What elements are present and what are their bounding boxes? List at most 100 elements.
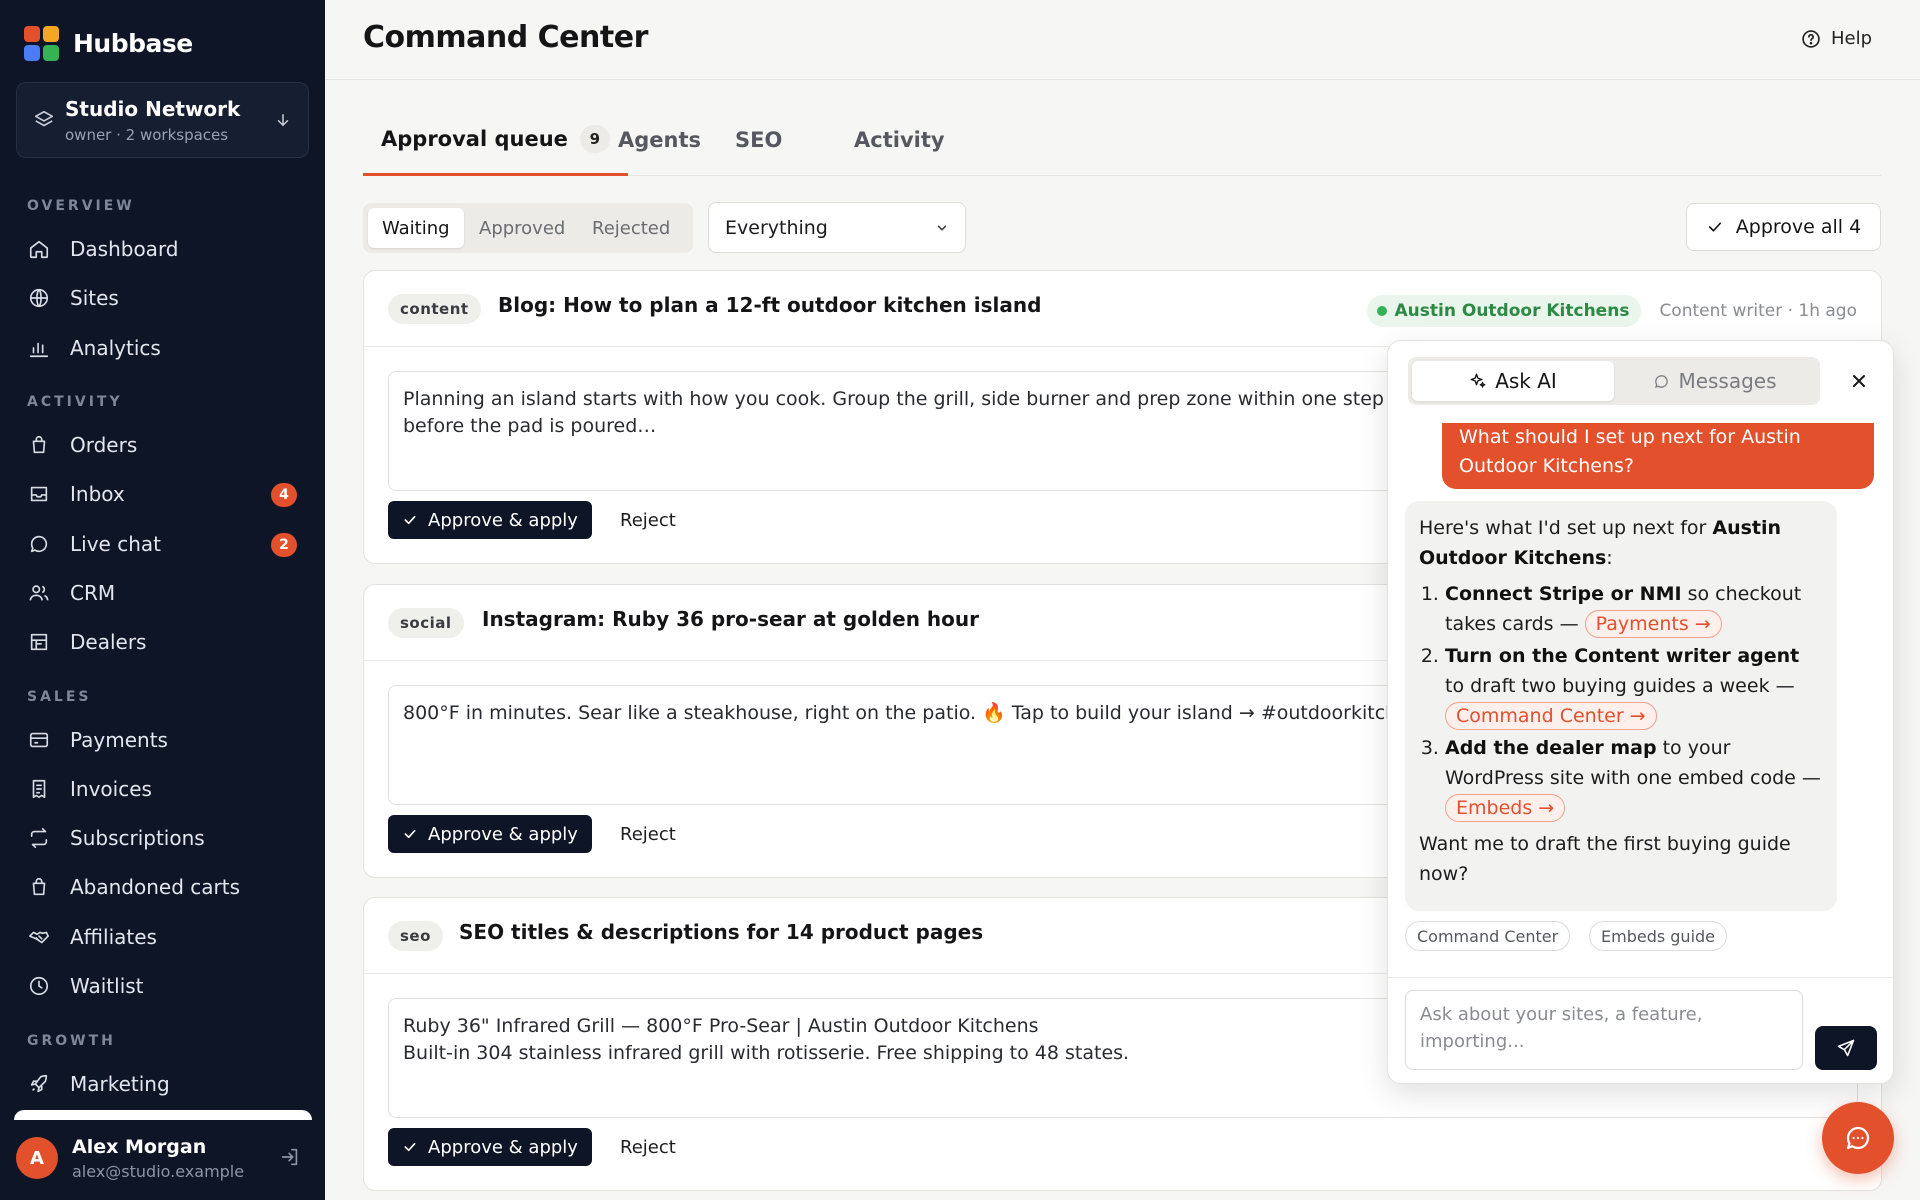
card-title: SEO titles & descriptions for 14 product… xyxy=(459,920,984,944)
sidebar-item-marketing[interactable]: Marketing xyxy=(16,1062,309,1106)
payments-link[interactable]: Payments → xyxy=(1584,610,1722,638)
reject-button[interactable]: Reject xyxy=(620,1128,676,1166)
step-text: to draft two buying guides a week — xyxy=(1445,675,1795,697)
check-icon xyxy=(404,515,416,525)
approve-all-button[interactable]: Approve all 4 xyxy=(1686,203,1881,251)
sidebar-item-label: Invoices xyxy=(70,777,152,801)
sidebar-item-label: Affiliates xyxy=(70,925,157,949)
site-badge: Austin Outdoor Kitchens xyxy=(1366,295,1642,327)
assistant-message: Here's what I'd set up next for Austin O… xyxy=(1405,501,1837,911)
help-circle-icon xyxy=(1802,29,1820,48)
suggestion-chip-embeds-guide[interactable]: Embeds guide xyxy=(1589,921,1728,951)
sidebar-item-subscriptions[interactable]: Subscriptions xyxy=(16,816,309,860)
sidebar-item-affiliates[interactable]: Affiliates xyxy=(16,915,309,959)
type-filter-select[interactable]: Everything xyxy=(708,202,966,253)
filter-rejected[interactable]: Rejected xyxy=(578,208,684,248)
workspace-switcher[interactable]: Studio Network owner · 2 workspaces xyxy=(16,82,309,158)
tab-label: SEO xyxy=(735,128,783,152)
assistant-chat-panel: Ask AI Messages What should I set up nex… xyxy=(1387,340,1894,1084)
suggestion-chip-command-center[interactable]: Command Center xyxy=(1405,921,1571,951)
sidebar-item-sites[interactable]: Sites xyxy=(16,276,309,320)
card-type-chip: social xyxy=(388,608,464,638)
hubbase-logo-icon xyxy=(24,26,59,61)
chat-launcher-button[interactable] xyxy=(1822,1102,1894,1174)
sidebar-item-abandoned-carts[interactable]: Abandoned carts xyxy=(16,865,309,909)
step-item: Turn on the Content writer agent to draf… xyxy=(1445,641,1823,731)
step-item: Connect Stripe or NMI so checkout takes … xyxy=(1445,579,1823,639)
step-title: Connect Stripe or NMI xyxy=(1445,583,1682,605)
card-header: content Blog: How to plan a 12-ft outdoo… xyxy=(364,271,1881,347)
sidebar-item-label: Marketing xyxy=(70,1072,170,1096)
chat-bubble-icon xyxy=(30,535,48,553)
command-center-tabs: Approval queue 9 Agents SEO Activity xyxy=(363,104,1881,176)
check-icon xyxy=(1708,222,1721,232)
sparkle-icon xyxy=(1470,373,1486,388)
send-button[interactable] xyxy=(1815,1026,1877,1070)
sidebar-item-crm[interactable]: CRM xyxy=(16,571,309,615)
sidebar-item-dealers[interactable]: Dealers xyxy=(16,620,309,664)
tab-approval-queue[interactable]: Approval queue 9 xyxy=(363,104,628,176)
inbox-icon xyxy=(30,486,48,502)
store-icon xyxy=(30,633,48,651)
sidebar-item-inbox[interactable]: Inbox 4 xyxy=(16,472,309,516)
sidebar-item-label: Inbox xyxy=(70,482,125,506)
reject-button[interactable]: Reject xyxy=(620,815,676,853)
globe-icon xyxy=(29,288,49,308)
sidebar-item-label: Payments xyxy=(70,728,168,752)
sidebar-item-label: Orders xyxy=(70,433,138,457)
chat-input[interactable] xyxy=(1405,990,1803,1070)
step-item: Add the dealer map to your WordPress sit… xyxy=(1445,733,1823,823)
chat-tabs: Ask AI Messages xyxy=(1408,357,1820,405)
sidebar-item-invoices[interactable]: Invoices xyxy=(16,767,309,811)
bag-icon xyxy=(32,435,46,454)
tab-messages[interactable]: Messages xyxy=(1614,361,1816,401)
send-icon xyxy=(1837,1039,1855,1057)
tab-seo[interactable]: SEO xyxy=(735,104,782,176)
receipt-icon xyxy=(32,779,46,799)
approval-queue-count: 9 xyxy=(579,124,610,153)
assistant-steps: Connect Stripe or NMI so checkout takes … xyxy=(1445,579,1823,823)
check-icon xyxy=(404,1142,416,1152)
filter-approved[interactable]: Approved xyxy=(465,208,579,248)
avatar[interactable]: A xyxy=(16,1137,58,1179)
sidebar-item-label: Abandoned carts xyxy=(70,875,241,899)
sidebar-item-label: Dealers xyxy=(70,630,147,654)
embeds-link[interactable]: Embeds → xyxy=(1445,794,1566,822)
user-message: What should I set up next for Austin Out… xyxy=(1442,423,1874,489)
tab-activity[interactable]: Activity xyxy=(854,104,945,176)
close-icon[interactable] xyxy=(1849,371,1869,391)
home-icon xyxy=(29,240,49,259)
chat-bubble-icon xyxy=(1846,1126,1870,1150)
step-title: Add the dealer map xyxy=(1445,737,1657,759)
approve-label: Approve & apply xyxy=(428,509,578,531)
sidebar-item-live-chat[interactable]: Live chat 2 xyxy=(16,522,309,566)
handshake-icon xyxy=(29,931,49,944)
approve-apply-button[interactable]: Approve & apply xyxy=(388,501,592,539)
reject-button[interactable]: Reject xyxy=(620,501,676,539)
sidebar-item-payments[interactable]: Payments xyxy=(16,718,309,762)
section-label-overview: OVERVIEW xyxy=(27,198,135,214)
tab-agents[interactable]: Agents xyxy=(618,104,701,176)
brand[interactable]: Hubbase xyxy=(24,26,193,61)
users-icon xyxy=(29,585,49,601)
assistant-outro: Want me to draft the first buying guide … xyxy=(1419,833,1791,885)
workspace-role: owner · 2 workspaces xyxy=(65,126,229,144)
sidebar-item-waitlist[interactable]: Waitlist xyxy=(16,964,309,1008)
tab-label: Approval queue xyxy=(381,126,568,151)
tab-ask-ai[interactable]: Ask AI xyxy=(1412,361,1614,401)
approve-apply-button[interactable]: Approve & apply xyxy=(388,815,592,853)
sidebar-item-dashboard[interactable]: Dashboard xyxy=(16,227,309,271)
help-label: Help xyxy=(1830,28,1872,49)
sidebar-item-analytics[interactable]: Analytics xyxy=(16,326,309,370)
sidebar-item-label: Analytics xyxy=(70,336,161,360)
logout-icon[interactable] xyxy=(279,1146,301,1168)
inbox-count-badge: 4 xyxy=(271,483,297,507)
approve-apply-button[interactable]: Approve & apply xyxy=(388,1128,592,1166)
page-title: Command Center xyxy=(363,20,648,55)
filter-waiting[interactable]: Waiting xyxy=(368,208,464,248)
credit-card-icon xyxy=(29,732,49,748)
clock-icon xyxy=(29,976,49,996)
help-button[interactable]: Help xyxy=(1801,28,1872,49)
sidebar-item-orders[interactable]: Orders xyxy=(16,423,309,467)
command-center-link[interactable]: Command Center → xyxy=(1445,702,1657,730)
